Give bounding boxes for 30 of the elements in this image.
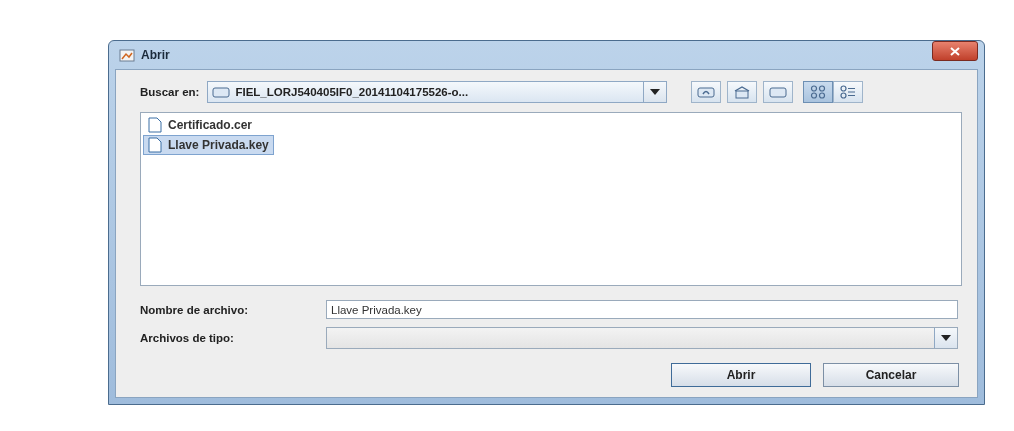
- home-icon: [733, 85, 752, 99]
- file-type-label: Archivos de tipo:: [140, 332, 235, 344]
- file-item[interactable]: Certificado.cer: [143, 115, 258, 135]
- details-view-icon: [840, 85, 857, 99]
- toolbar-button[interactable]: [763, 81, 794, 103]
- toolbar-button[interactable]: [803, 81, 834, 103]
- folder-icon: [769, 86, 788, 98]
- window-title: Abrir: [141, 48, 170, 62]
- toolbar-button[interactable]: [833, 81, 864, 103]
- close-icon: [950, 46, 960, 56]
- open-button[interactable]: Abrir: [671, 363, 811, 387]
- list-view-icon: [810, 85, 827, 99]
- app-icon: [119, 48, 135, 62]
- dropdown-arrow-icon: [650, 89, 661, 95]
- folder-up-icon: [697, 86, 716, 98]
- file-name-label: Nombre de archivo:: [140, 303, 249, 316]
- file-name-field[interactable]: Llave Privada.key: [326, 300, 958, 319]
- toolbar-button[interactable]: [691, 81, 722, 103]
- close-button[interactable]: [932, 41, 978, 61]
- file-item[interactable]: Llave Privada.key: [143, 135, 274, 155]
- cancel-button[interactable]: Cancelar: [823, 363, 959, 387]
- file-type-dropdown[interactable]: [326, 327, 958, 349]
- look-in-label: Buscar en:: [140, 86, 200, 98]
- file-icon: [148, 117, 162, 133]
- look-in-value: FIEL_LORJ540405IF0_20141104175526-o...: [235, 86, 469, 98]
- look-in-dropdown[interactable]: FIEL_LORJ540405IF0_20141104175526-o...: [207, 81, 668, 103]
- dropdown-arrow-icon: [941, 335, 951, 341]
- folder-icon: [212, 86, 231, 98]
- file-icon: [148, 137, 162, 153]
- toolbar-button[interactable]: [727, 81, 758, 103]
